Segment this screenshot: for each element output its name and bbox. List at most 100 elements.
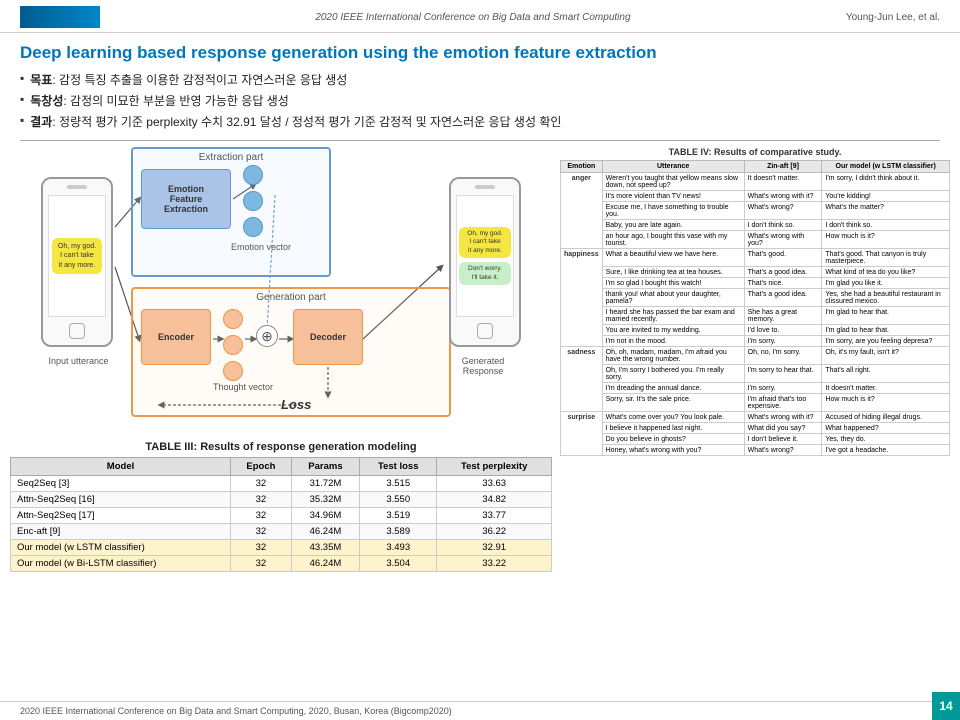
emotion-circle-1 [243,165,263,185]
table4-cell-0-0-1: It doesn't matter. [744,173,822,191]
table3-cell-1-0: Attn-Seq2Seq [16] [11,492,231,508]
table4-cell-0-3-2: I don't think so. [822,220,950,231]
table4-cell-3-2-2: Yes, they do. [822,434,950,445]
page-number: 14 [932,692,960,720]
col-params: Params [291,458,359,476]
emotion-cell-3: surprise [561,412,603,456]
table3-cell-1-3: 3.550 [360,492,437,508]
table4-cell-1-0-0: What a beautiful view we have here. [602,249,744,267]
table4-cell-1-6-0: I'm not in the mood. [602,336,744,347]
table3-cell-1-4: 34.82 [437,492,552,508]
encoder-label: Encoder [158,332,194,342]
diagram-container: Oh, my god.I can't takeit any more. Inpu… [41,147,521,437]
bullets: 목표: 감정 특징 추출을 이용한 감정적이고 자연스러운 응답 생성 독창성:… [0,69,960,140]
table3-cell-2-4: 33.77 [437,508,552,524]
table4-cell-1-3-0: thank you! what about your daughter, pam… [602,289,744,307]
table-row: Our model (w Bi-LSTM classifier)3246.24M… [11,556,552,572]
footer-text: 2020 IEEE International Conference on Bi… [20,706,452,716]
emotion-cell-1: happiness [561,249,603,347]
table3-section: TABLE III: Results of response generatio… [10,441,552,572]
col-zinaft: Zin-aft [9] [744,161,822,173]
table3-cell-3-1: 32 [231,524,292,540]
table4-cell-2-3-1: I'm afraid that's too expensive. [744,394,822,412]
phone-right-screen: Oh, my god.I can't takeit any more. Don'… [456,195,514,317]
table4-cell-3-2-1: I don't believe it. [744,434,822,445]
table4-cell-1-2-2: I'm glad you like it. [822,278,950,289]
decoder-label: Decoder [310,332,346,342]
table4-cell-1-5-1: I'd love to. [744,325,822,336]
thought-circle-3 [223,361,243,381]
efe-label: EmotionFeatureExtraction [164,184,208,214]
bullet-2-label: 독창성 [30,92,63,109]
table4-cell-2-1-1: I'm sorry to hear that. [744,365,822,383]
table4-cell-3-0-2: Accused of hiding illegal drugs. [822,412,950,423]
header: 2020 IEEE International Conference on Bi… [0,0,960,33]
thought-circle-1 [223,309,243,329]
table3-cell-1-1: 32 [231,492,292,508]
table-row: You are invited to my wedding.I'd love t… [561,325,950,336]
table4-cell-1-5-2: I'm glad to hear that. [822,325,950,336]
bullet-3: 결과: 정량적 평가 기준 perplexity 수치 32.91 달성 / 정… [20,113,940,130]
table3-cell-0-3: 3.515 [360,476,437,492]
col-testperp: Test perplexity [437,458,552,476]
table3-cell-4-4: 32.91 [437,540,552,556]
table4-cell-2-0-1: Oh, no, I'm sorry. [744,347,822,365]
table4-title: TABLE IV: Results of comparative study. [560,147,950,157]
table4-cell-1-2-1: That's nice. [744,278,822,289]
table3-cell-4-3: 3.493 [360,540,437,556]
table4-cell-1-1-1: That's a good idea. [744,267,822,278]
table3-cell-5-1: 32 [231,556,292,572]
table4-cell-0-1-2: You're kidding! [822,191,950,202]
footer: 2020 IEEE International Conference on Bi… [0,701,960,720]
header-logo [20,6,100,28]
right-section: TABLE IV: Results of comparative study. … [560,147,950,699]
efe-box: EmotionFeatureExtraction [141,169,231,229]
slide-title: Deep learning based response generation … [0,33,960,69]
table4-cell-0-3-1: I don't think so. [744,220,822,231]
conference-title: 2020 IEEE International Conference on Bi… [315,12,630,23]
table3-cell-3-0: Enc-aft [9] [11,524,231,540]
table3-cell-3-4: 36.22 [437,524,552,540]
table-row: Do you believe in ghosts?I don't believe… [561,434,950,445]
table4-cell-3-0-1: What's wrong with it? [744,412,822,423]
table4-cell-0-1-1: What's wrong with it? [744,191,822,202]
table-row: Attn-Seq2Seq [17]3234.96M3.51933.77 [11,508,552,524]
phone-right-bubble-2: Don't worry.I'll take it. [459,262,511,285]
table4-cell-3-3-1: What's wrong? [744,445,822,456]
table4-cell-2-2-2: It doesn't matter. [822,383,950,394]
phone-right: Oh, my god.I can't takeit any more. Don'… [449,177,521,347]
col-emotion: Emotion [561,161,603,173]
phone-left-bubble: Oh, my god.I can't takeit any more. [52,238,102,273]
results-table: Model Epoch Params Test loss Test perple… [10,457,552,572]
table-row: Seq2Seq [3]3231.72M3.51533.63 [11,476,552,492]
table4-cell-0-0-2: I'm sorry, I didn't think about it. [822,173,950,191]
table4-cell-3-1-1: What did you say? [744,423,822,434]
table4-cell-3-3-0: Honey, what's wrong with you? [602,445,744,456]
slide: 2020 IEEE International Conference on Bi… [0,0,960,720]
extraction-label: Extraction part [133,149,329,163]
table4-cell-0-0-0: Weren't you taught that yellow means slo… [602,173,744,191]
table4-cell-1-1-2: What kind of tea do you like? [822,267,950,278]
phone-right-bubble-1: Oh, my god.I can't takeit any more. [459,227,511,258]
table4-cell-3-0-0: What's come over you? You look pale. [602,412,744,423]
generated-response-label: Generated Response [445,356,521,376]
col-utterance: Utterance [602,161,744,173]
table3-cell-5-2: 46.24M [291,556,359,572]
emotion-circle-3 [243,217,263,237]
table3-cell-0-0: Seq2Seq [3] [11,476,231,492]
table4-cell-2-2-1: I'm sorry. [744,383,822,394]
table4-cell-3-3-2: I've got a headache. [822,445,950,456]
table4-cell-0-2-0: Excuse me, I have something to trouble y… [602,202,744,220]
emotion-circle-2 [243,191,263,211]
table4-cell-0-4-0: an hour ago, I bought this vase with my … [602,231,744,249]
table3-cell-3-3: 3.589 [360,524,437,540]
table-row: Oh, I'm sorry I bothered you. I'm really… [561,365,950,383]
table4-cell-1-2-0: I'm so glad I bought this watch! [602,278,744,289]
table3-cell-4-1: 32 [231,540,292,556]
table4-cell-0-2-2: What's the matter? [822,202,950,220]
table-row: surpriseWhat's come over you? You look p… [561,412,950,423]
table3-cell-4-2: 43.35M [291,540,359,556]
author: Young-Jun Lee, et al. [846,12,940,23]
table3-cell-1-2: 35.32M [291,492,359,508]
table4-cell-1-3-2: Yes, she had a beautiful restaurant in c… [822,289,950,307]
